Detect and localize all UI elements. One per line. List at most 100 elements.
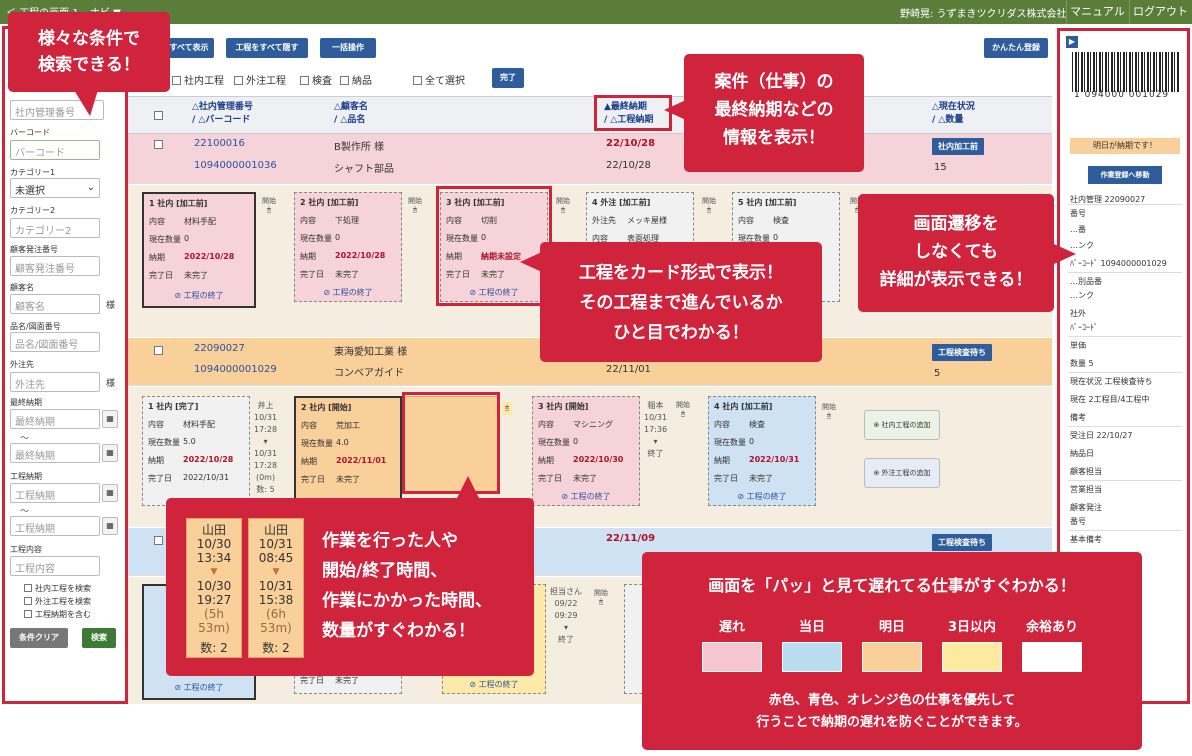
start-button[interactable]: 開始 🖱 bbox=[408, 196, 422, 215]
end-process-link[interactable]: ⊘ 工程の終了 bbox=[443, 679, 545, 690]
down-arrow-icon: ▼ bbox=[210, 567, 218, 577]
row-checkbox[interactable] bbox=[154, 346, 163, 355]
mgmt-number-link[interactable]: 22100016 bbox=[194, 138, 245, 149]
start-date: 09/22 bbox=[554, 599, 578, 608]
easy-register-button[interactable]: かんたん登録 bbox=[984, 38, 1048, 58]
callout-text: 赤色、青色、オレンジ色の仕事を優先して bbox=[768, 693, 1016, 708]
worker-name: 山田 bbox=[201, 523, 226, 537]
callout-text: 作業を行った人や bbox=[322, 531, 458, 551]
end-process-link[interactable]: ⊘ 工程の終了 bbox=[295, 287, 401, 298]
row-checkbox[interactable] bbox=[154, 536, 163, 545]
end-date: 10/31 bbox=[258, 579, 294, 593]
app-root: ＜ 工程の画面 1 ナビ ▼ 野崎晃: うずまきツクリダス株式会社 マニュアル … bbox=[0, 0, 1192, 756]
end-label[interactable]: 終了 bbox=[644, 448, 667, 460]
down-arrow-icon: ▾ bbox=[263, 437, 268, 446]
card-value: 0 bbox=[749, 437, 755, 446]
show-all-button[interactable]: すべて表示 bbox=[164, 38, 214, 58]
start-button[interactable]: 開始 🖱 bbox=[702, 196, 716, 215]
end-process-link[interactable]: ⊘ 工程の終了 bbox=[144, 682, 254, 693]
mgmt-number-link[interactable]: 22090027 bbox=[194, 343, 245, 354]
card-title: 5 社内 [加工前] bbox=[738, 198, 797, 207]
process-card[interactable]: 4 社内 [加工前] 内容 検査 現在数量 0 納期 2022/10/31 完了日 未完… bbox=[708, 396, 816, 506]
worker-log: 井上 10/31 17:28 ▾ 10/31 17:28 (0m) 数: 5 bbox=[254, 400, 277, 496]
filter-external[interactable]: 外注工程 bbox=[234, 72, 286, 87]
start-button[interactable]: 開始 🖱 bbox=[262, 196, 276, 215]
filter-inspection[interactable]: 検査 bbox=[300, 72, 332, 87]
filter-label: 納品 bbox=[352, 76, 372, 87]
start-button[interactable]: 開始 🖱 bbox=[676, 400, 690, 419]
legend-swatch-late bbox=[702, 642, 762, 672]
header-text: △現在状況 bbox=[932, 102, 975, 112]
table-row[interactable]: 22100016 1094000001036 B製作所 様 シャフト部品 22/… bbox=[128, 134, 1052, 184]
worker-sample-card: 山田 10/31 08:45 ▼ 10/31 15:38 (6h 53m) 数: 2 bbox=[248, 518, 304, 658]
logout-link[interactable]: ログアウト bbox=[1129, 0, 1191, 24]
callout-pointer bbox=[74, 90, 98, 116]
start-date: 10/30 bbox=[196, 537, 232, 551]
start-button[interactable]: 開始 🖱 bbox=[594, 588, 608, 607]
worker-log: 担当さん 09/22 09:29 ▾ 終了 bbox=[550, 586, 582, 646]
filter-delivery[interactable]: 納品 bbox=[340, 72, 372, 87]
callout-text: 作業にかかった時間、 bbox=[322, 591, 492, 611]
end-process-link[interactable]: ⊘ 工程の終了 bbox=[533, 491, 639, 502]
legend-swatch-today bbox=[782, 642, 842, 672]
process-card[interactable]: 2 社内 [加工前] 内容 下処理 現在数量 0 納期 2022/10/28 完了日 未… bbox=[294, 192, 402, 302]
manual-link[interactable]: マニュアル bbox=[1066, 0, 1128, 24]
callout-text: 情報を表示！ bbox=[723, 128, 825, 148]
legend-swatch-ok bbox=[1022, 642, 1082, 672]
card-label: 現在数量 bbox=[148, 438, 180, 447]
header-mgmt[interactable]: △社内管理番号 / △バーコード bbox=[192, 101, 253, 127]
end-date: 10/31 bbox=[254, 449, 278, 458]
card-value: 未完了 bbox=[336, 475, 360, 484]
start-button[interactable]: 開始 🖱 bbox=[556, 196, 570, 215]
header-customer[interactable]: △顧客名 / △品名 bbox=[334, 101, 368, 127]
card-label: 内容 bbox=[714, 420, 730, 429]
down-arrow-icon: ▾ bbox=[563, 623, 568, 632]
card-value: 材料手配 bbox=[184, 217, 216, 226]
down-arrow-icon: ▼ bbox=[272, 567, 280, 577]
customer-name: 東海愛知工業 様 bbox=[334, 347, 408, 358]
card-value: 未完了 bbox=[749, 474, 773, 483]
barcode-link[interactable]: 1094000001036 bbox=[194, 160, 277, 171]
card-value: マシニング bbox=[573, 420, 613, 429]
card-due: 2022/10/31 bbox=[749, 455, 800, 464]
callout-search: 様々な条件で 検索できる！ bbox=[8, 12, 170, 92]
process-card[interactable]: 1 社内 [加工前] 内容 材料手配 現在数量 0 納期 2022/10/28 完了日… bbox=[142, 192, 256, 308]
card-value: 2022/10/31 bbox=[183, 473, 230, 482]
start-time: 09:29 bbox=[554, 611, 578, 620]
callout-note: 赤色、青色、オレンジ色の仕事を優先して 行うことで納期の遅れを防ぐことができます… bbox=[642, 690, 1142, 734]
add-external-process-button[interactable]: ⊕ 外注工程の追加 bbox=[864, 458, 940, 488]
header-checkbox[interactable] bbox=[154, 111, 163, 120]
start-date: 10/31 bbox=[644, 413, 668, 422]
process-card[interactable]: 3 社内 [開始] 内容 マシニング 現在数量 0 納期 2022/10/30 完了日… bbox=[532, 396, 640, 506]
end-time: 15:38 bbox=[258, 593, 294, 607]
complete-button[interactable]: 完了 bbox=[492, 68, 524, 88]
end-label[interactable]: 終了 bbox=[550, 634, 582, 646]
hide-all-button[interactable]: 工程をすべて隠す bbox=[226, 38, 308, 58]
filter-internal[interactable]: 社内工程 bbox=[172, 72, 224, 87]
header-text: / △バーコード bbox=[192, 115, 251, 125]
callout-text: 案件（仕事）の bbox=[714, 72, 834, 92]
end-process-link[interactable]: ⊘ 工程の終了 bbox=[144, 290, 254, 301]
card-value: 0 bbox=[335, 233, 341, 242]
process-card[interactable]: 1 社内 [完了] 内容 材料手配 現在数量 5.0 納期 2022/10/28 完了… bbox=[142, 396, 250, 506]
start-button[interactable]: 🖱 bbox=[502, 402, 513, 415]
start-button[interactable]: 開始 🖱 bbox=[822, 402, 836, 421]
bulk-action-button[interactable]: 一括操作 bbox=[320, 38, 376, 58]
header-status[interactable]: △現在状況 / △数量 bbox=[932, 101, 975, 127]
callout-text: ひと目でわかる！ bbox=[613, 323, 749, 343]
card-label: 完了日 bbox=[300, 270, 324, 279]
add-internal-process-button[interactable]: ⊕ 社内工程の追加 bbox=[864, 410, 940, 440]
row-checkbox[interactable] bbox=[154, 140, 163, 149]
card-highlight bbox=[436, 186, 552, 306]
card-value: 0 bbox=[184, 234, 190, 243]
worker-name: 担当さん bbox=[550, 587, 582, 596]
process-card[interactable]: 2 社内 [開始] 内容 荒加工 現在数量 4.0 納期 2022/11/01 完了日… bbox=[294, 396, 402, 508]
select-all-checkbox[interactable]: 全て選択 bbox=[413, 72, 465, 87]
final-due: 22/11/09 bbox=[606, 533, 656, 544]
legend-label: 当日 bbox=[798, 620, 825, 635]
final-due: 22/10/28 bbox=[606, 138, 656, 149]
barcode-link[interactable]: 1094000001029 bbox=[194, 364, 277, 375]
card-label: 納期 bbox=[714, 456, 730, 465]
end-process-link[interactable]: ⊘ 工程の終了 bbox=[709, 491, 815, 502]
mouse-icon: 🖱 bbox=[680, 410, 686, 418]
